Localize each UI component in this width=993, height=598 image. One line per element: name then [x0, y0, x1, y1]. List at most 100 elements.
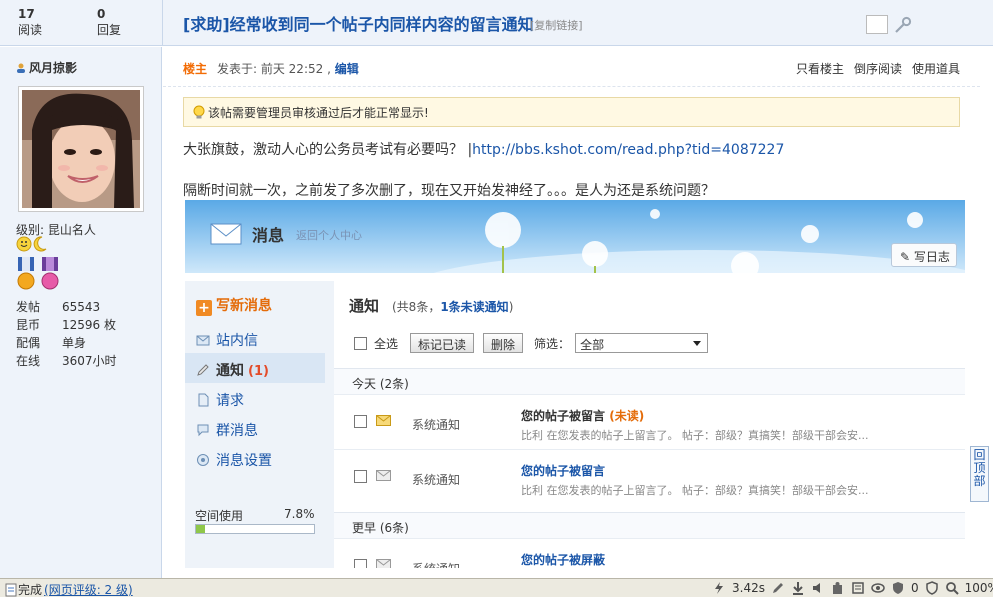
lightning-icon [715, 582, 723, 594]
notification-sender: 系统通知 [412, 418, 461, 432]
read-envelope-icon [376, 559, 391, 568]
header-checkbox[interactable] [866, 15, 888, 34]
views-count: 17 [18, 7, 35, 21]
messages-title: 消息 [252, 226, 285, 245]
envelope-icon [196, 335, 210, 346]
thread-url-link[interactable]: http://bbs.kshot.com/read.php?tid=408722… [472, 142, 784, 158]
speaker-icon[interactable] [811, 581, 825, 595]
notifications-title: 通知 [349, 297, 380, 315]
group-earlier: 更早 (6条) [334, 512, 965, 538]
notification-subject[interactable]: 您的帖子被留言 (未读) [521, 407, 644, 424]
group-today: 今天 (2条) [334, 368, 965, 394]
delete-button[interactable]: 删除 [483, 333, 524, 353]
views-stat: 17 阅读 [18, 7, 42, 38]
thread-title: [求助]经常收到同一个帖子内同样内容的留言通知 [183, 15, 534, 34]
sidebar-item-message-settings[interactable]: 消息设置 [185, 443, 325, 473]
chat-bubble-icon [197, 424, 209, 437]
wrench-icon[interactable] [893, 15, 913, 35]
sidebar-item-inbox[interactable]: 站内信 [185, 323, 325, 353]
page-done-icon [5, 583, 17, 596]
notifications-panel: 通知 (共8条，1条未读通知) 全选 标记已读 删除 筛选： 全部 今天 (2条… [334, 281, 965, 568]
floor-label: 楼主 [183, 62, 208, 76]
posted-time: 发表于: 前天 22:52 , 编辑 [217, 62, 359, 76]
lightbulb-icon [193, 105, 205, 119]
notification-count: (1) [248, 364, 269, 379]
space-usage-label: 空间使用 [195, 509, 244, 523]
plus-icon: + [196, 300, 212, 316]
download-icon[interactable] [791, 581, 805, 595]
post-meta-bar: 楼主 发表于: 前天 22:52 , 编辑 只看楼主 倒序阅读 使用道具 [163, 47, 980, 87]
notification-preview: 比利 在您发表的帖子上留言了。 帖子：部级？真搞笑！部级干部会安... [521, 429, 869, 442]
views-label: 阅读 [18, 23, 43, 37]
load-time: 3.42s [732, 581, 765, 595]
shield-icon[interactable] [891, 581, 905, 595]
notification-subject[interactable]: 您的帖子被留言 [521, 462, 605, 479]
notification-sender: 系统通知 [412, 473, 461, 487]
puzzle-icon[interactable] [831, 581, 845, 595]
post-actions: 只看楼主 倒序阅读 使用道具 [796, 60, 960, 77]
notifications-summary: (共8条，1条未读通知) [392, 300, 514, 314]
row-checkbox[interactable] [354, 559, 367, 568]
page-rating-link[interactable]: (网页评级: 2 级) [44, 581, 133, 598]
browser-status-bar: 完成 (网页评级: 2 级) 3.42s 0 100% [0, 578, 993, 597]
user-medals [16, 257, 64, 294]
messages-banner: 消息 返回个人中心 ✎ 写日志 [185, 200, 965, 330]
medal-icon [17, 257, 59, 290]
notification-sender: 系统通知 [412, 560, 460, 568]
user-panel: 风月掠影 级别: 昆山名人 发帖 65543 昆币 12596 枚 配偶 单身 … [0, 47, 162, 578]
edit-link[interactable]: 编辑 [335, 62, 359, 76]
user-emotes [16, 236, 48, 255]
reader-icon[interactable] [851, 581, 865, 595]
select-all-checkbox[interactable] [354, 336, 367, 350]
zoom-level[interactable]: 100% [965, 581, 993, 595]
write-blog-button[interactable]: ✎ 写日志 [891, 243, 957, 267]
status-left: 完成 (网页评级: 2 级) [4, 581, 133, 598]
notification-row[interactable]: 系统通知 您的帖子被留言 比利 在您发表的帖子上留言了。 帖子：部级？真搞笑！部… [334, 449, 965, 503]
username[interactable]: 风月掠影 [16, 59, 77, 76]
notification-preview: 比利 在您发表的帖子上留言了。 帖子：部级？真搞笑！部级干部会安... [521, 484, 869, 497]
mark-read-button[interactable]: 标记已读 [410, 333, 475, 353]
pen-icon[interactable] [771, 581, 785, 595]
use-tool-link[interactable]: 使用道具 [912, 60, 960, 77]
replies-count: 0 [97, 7, 106, 21]
review-notice: 该帖需要管理员审核通过后才能正常显示! [183, 97, 960, 127]
unread-link[interactable]: 1条未读通知 [440, 300, 508, 314]
notification-subject[interactable]: 您的帖子被屏蔽 [521, 551, 605, 568]
read-envelope-icon [376, 470, 391, 481]
space-usage-value: 7.8% [284, 507, 315, 521]
back-to-profile-link[interactable]: 返回个人中心 [296, 227, 362, 243]
sidebar-item-group-messages[interactable]: 群消息 [185, 413, 325, 443]
notification-row[interactable]: 系统通知 您的帖子被屏蔽 [334, 538, 965, 568]
filter-select[interactable]: 全部 [575, 333, 709, 353]
reverse-order-link[interactable]: 倒序阅读 [854, 60, 902, 77]
zoom-icon[interactable] [945, 581, 959, 595]
notification-row[interactable]: 系统通知 您的帖子被留言 (未读) 比利 在您发表的帖子上留言了。 帖子：部级？… [334, 394, 965, 448]
row-checkbox[interactable] [354, 470, 367, 483]
security-shield-icon[interactable] [925, 581, 939, 595]
notifications-toolbar: 全选 标记已读 删除 筛选： 全部 [354, 332, 709, 354]
pencil-icon: ✎ [900, 250, 911, 264]
smile-moon-icon [16, 236, 47, 252]
settings-icon [197, 454, 209, 466]
sidebar-item-notifications[interactable]: 通知 (1) [185, 353, 325, 383]
row-checkbox[interactable] [354, 415, 367, 428]
user-icon [17, 63, 25, 73]
status-done: 完成 [18, 583, 43, 597]
sidebar-item-requests[interactable]: 请求 [185, 383, 325, 413]
eye-icon[interactable] [871, 581, 885, 595]
embedded-screenshot: 消息 返回个人中心 ✎ 写日志 + 写新消息 站内信 通知 (1) 请求 群消息 消… [185, 200, 965, 568]
back-to-top-button[interactable]: 回顶部 [970, 446, 989, 502]
stat-online: 在线 3607小时 [16, 354, 117, 368]
select-all-label: 全选 [374, 336, 399, 351]
document-icon [198, 393, 209, 407]
stat-spouse: 配偶 单身 [16, 336, 87, 350]
compose-message-button[interactable]: + 写新消息 [196, 295, 272, 316]
avatar[interactable] [18, 86, 144, 212]
username-text: 风月掠影 [29, 61, 78, 75]
copy-link[interactable]: [复制链接] [530, 17, 583, 33]
stat-coins: 昆币 12596 枚 [16, 318, 116, 332]
only-author-link[interactable]: 只看楼主 [796, 60, 844, 77]
space-usage-fill [196, 525, 206, 533]
avatar-photo-icon [22, 90, 140, 208]
post-body-line-2: 隔断时间就一次，之前发了多次删了，现在又开始发神经了。。。是人为还是系统问题？ [183, 183, 715, 199]
